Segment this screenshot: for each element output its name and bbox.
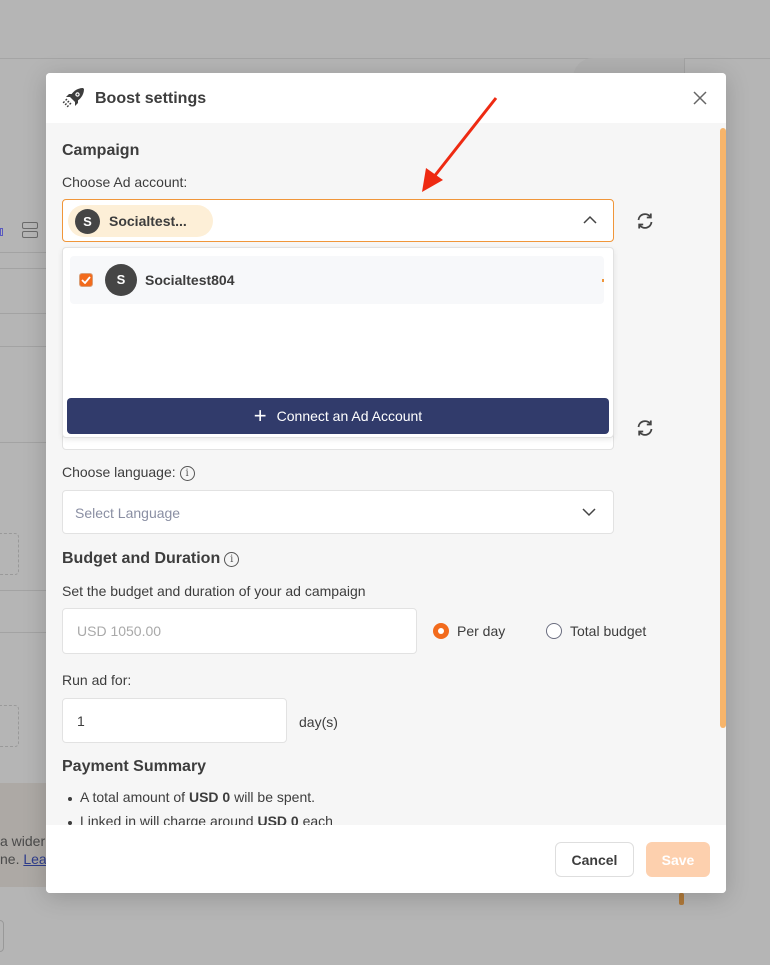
summary-text: A total amount of bbox=[80, 789, 189, 805]
cancel-button[interactable]: Cancel bbox=[555, 842, 634, 877]
modal-footer: Cancel Save bbox=[46, 825, 726, 893]
avatar: S bbox=[105, 264, 137, 296]
modal-body: Campaign Choose Ad account: S Socialtest… bbox=[46, 123, 726, 829]
bg-indicator bbox=[679, 893, 684, 905]
connect-ad-account-label: Connect an Ad Account bbox=[276, 408, 423, 424]
per-day-label: Per day bbox=[457, 623, 506, 639]
radio-selected[interactable] bbox=[433, 623, 449, 639]
summary-amount: USD 0 bbox=[188, 789, 231, 805]
bg-divider bbox=[0, 313, 46, 314]
ad-account-select[interactable]: S Socialtest... bbox=[62, 199, 614, 242]
bg-dropzone bbox=[0, 533, 19, 575]
rocket-icon bbox=[62, 88, 84, 109]
total-budget-radio[interactable]: Total budget bbox=[546, 623, 646, 639]
refresh-icon[interactable] bbox=[635, 211, 655, 231]
language-label: Choose language: i bbox=[62, 464, 195, 481]
summary-text: will be spent. bbox=[230, 789, 316, 805]
bg-button bbox=[0, 920, 4, 952]
boost-settings-modal: Boost settings Campaign Choose Ad accoun… bbox=[46, 73, 726, 893]
bg-link-marker bbox=[0, 228, 3, 236]
language-placeholder: Select Language bbox=[75, 505, 181, 521]
days-unit-label: day(s) bbox=[299, 714, 338, 730]
campaign-section-title: Campaign bbox=[62, 142, 140, 159]
budget-description: Set the budget and duration of your ad c… bbox=[62, 583, 366, 599]
selected-account-label: Socialtest... bbox=[109, 213, 187, 229]
plus-icon: + bbox=[253, 403, 267, 428]
selected-account-chip: S Socialtest... bbox=[68, 205, 213, 237]
ad-account-name: Socialtest804 bbox=[145, 272, 235, 288]
option-indicator bbox=[602, 279, 604, 282]
modal-header: Boost settings bbox=[46, 73, 726, 123]
bg-learn-more-link: Lea bbox=[23, 851, 46, 867]
total-budget-label: Total budget bbox=[570, 623, 647, 639]
bg-dropzone bbox=[0, 705, 19, 747]
chevron-up-icon bbox=[583, 215, 597, 224]
bg-divider bbox=[0, 442, 46, 443]
bg-banner-text-2: ne. Lea bbox=[0, 851, 46, 867]
budget-amount-input[interactable] bbox=[62, 608, 417, 654]
radio-unselected[interactable] bbox=[546, 623, 562, 639]
bg-banner-text: a wider bbox=[0, 833, 46, 849]
budget-title-text: Budget and Duration bbox=[62, 550, 221, 567]
per-day-radio[interactable]: Per day bbox=[433, 623, 505, 639]
bg-divider bbox=[0, 346, 46, 347]
bg-divider bbox=[0, 252, 46, 253]
save-button[interactable]: Save bbox=[646, 842, 710, 877]
avatar: S bbox=[75, 208, 100, 234]
close-icon[interactable] bbox=[691, 89, 709, 107]
ad-account-option[interactable]: S Socialtest804 bbox=[70, 256, 604, 304]
check-icon bbox=[81, 276, 91, 284]
bg-divider bbox=[0, 590, 46, 591]
modal-title: Boost settings bbox=[95, 90, 207, 107]
language-select[interactable]: Select Language bbox=[62, 490, 614, 534]
info-icon[interactable]: i bbox=[179, 466, 195, 481]
chevron-down-icon bbox=[582, 508, 596, 517]
language-label-text: Choose language: bbox=[62, 464, 176, 480]
layout-toggle-icon bbox=[22, 222, 38, 240]
connect-ad-account-button[interactable]: + Connect an Ad Account bbox=[67, 398, 609, 434]
days-input[interactable] bbox=[62, 698, 287, 743]
bg-divider bbox=[0, 632, 46, 633]
budget-section-title: Budget and Duration i bbox=[62, 550, 240, 568]
scrollbar-thumb[interactable] bbox=[720, 128, 726, 728]
bg-banner-text-prefix: ne. bbox=[0, 851, 24, 867]
summary-item: A total amount of USD 0 will be spent. bbox=[66, 789, 333, 813]
run-ad-label: Run ad for: bbox=[62, 672, 132, 688]
option-checkbox[interactable] bbox=[79, 273, 93, 287]
info-icon[interactable]: i bbox=[224, 552, 240, 567]
ad-account-label: Choose Ad account: bbox=[62, 174, 188, 190]
bg-divider bbox=[0, 268, 46, 269]
payment-summary-title: Payment Summary bbox=[62, 758, 207, 775]
ad-account-dropdown: S Socialtest804 + Connect an Ad Account bbox=[62, 247, 614, 438]
refresh-icon[interactable] bbox=[635, 418, 655, 438]
